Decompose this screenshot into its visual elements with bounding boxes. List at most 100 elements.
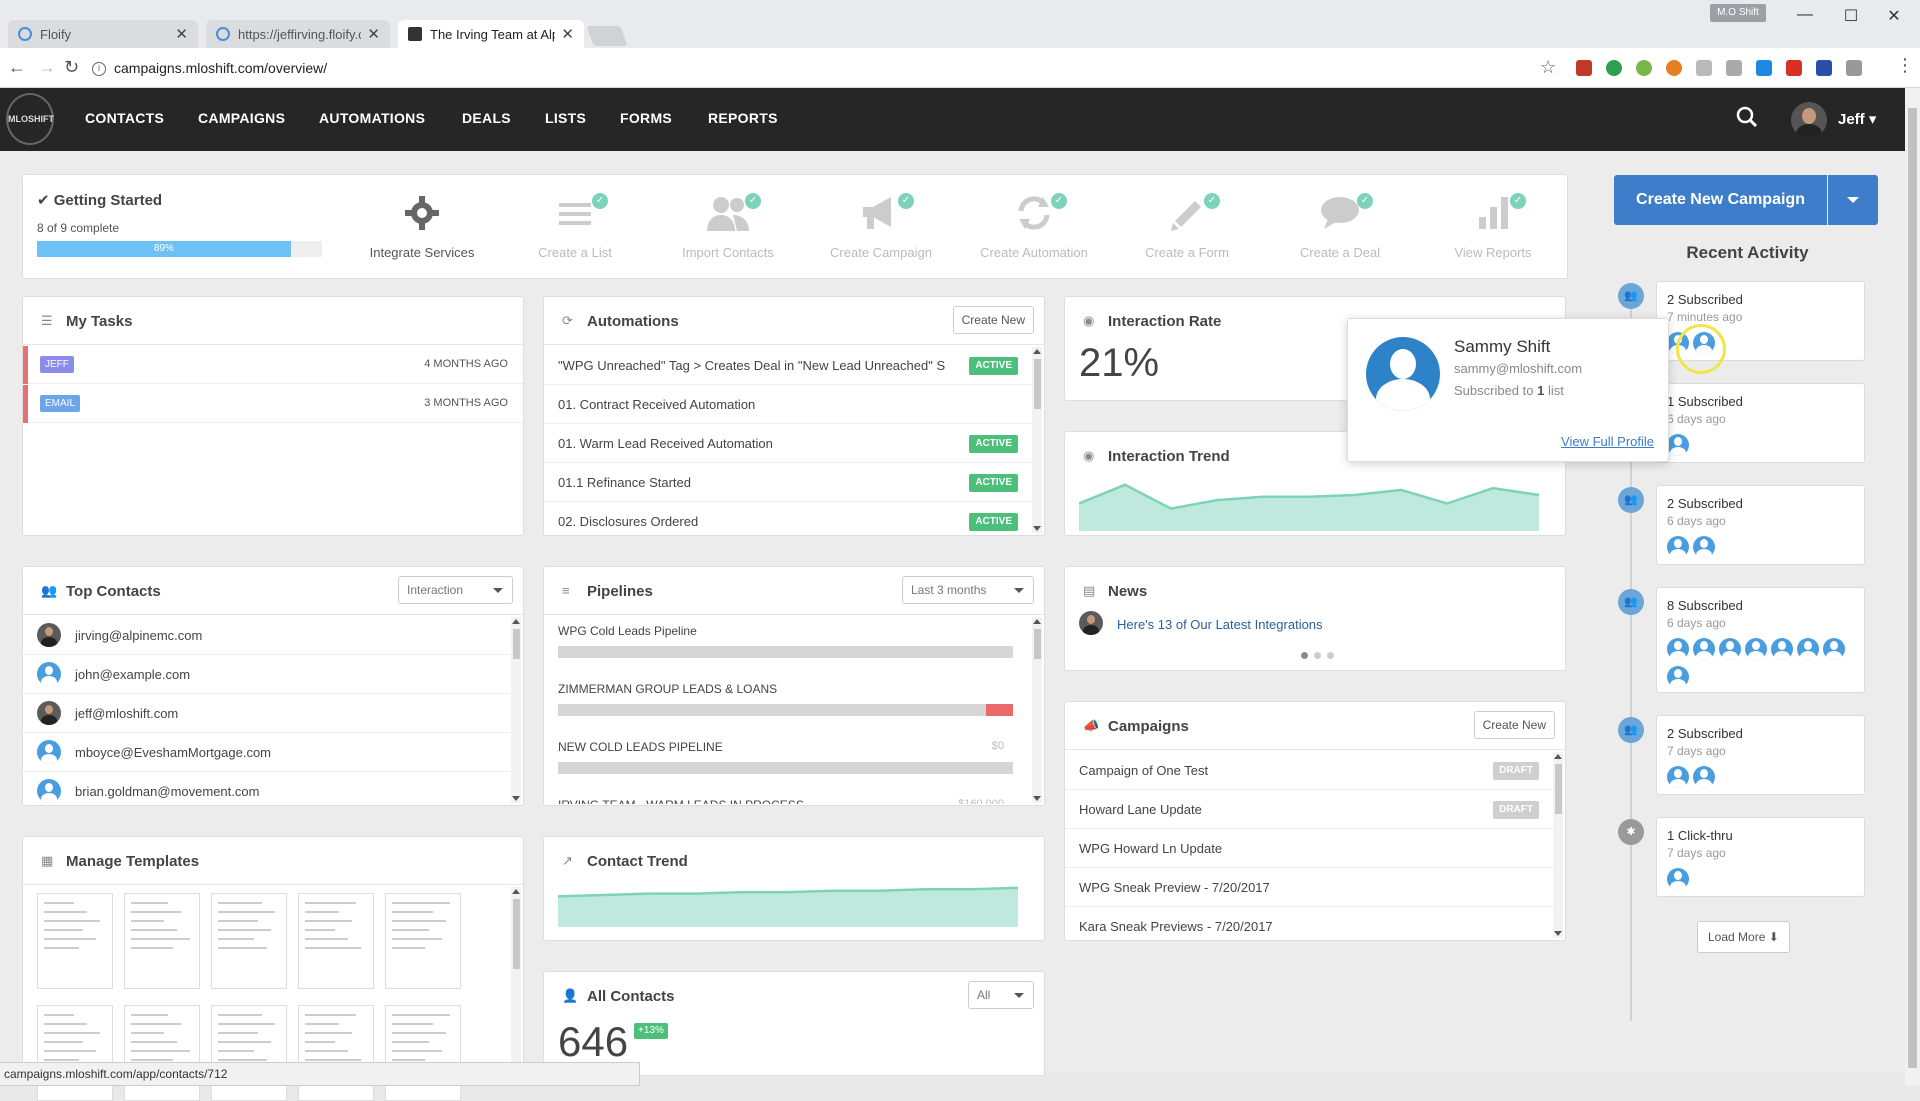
extension-icon[interactable] [1756,60,1772,76]
reload-icon[interactable]: ↻ [64,57,79,78]
nav-automations[interactable]: AUTOMATIONS [319,110,425,126]
subscriber-avatar[interactable] [1667,536,1689,558]
subscriber-avatar[interactable] [1667,434,1689,456]
create-new-campaign-button[interactable]: Create New [1473,711,1555,739]
forward-arrow-icon[interactable]: → [38,57,56,78]
browser-tab-floify[interactable]: Floify ✕ [8,20,198,48]
automation-row[interactable]: "WPG Unreached" Tag > Creates Deal in "N… [544,346,1032,385]
extension-icon[interactable] [1576,60,1592,76]
create-campaign-dropdown-toggle[interactable] [1828,175,1878,225]
nav-campaigns[interactable]: CAMPAIGNS [198,110,285,126]
campaign-row[interactable]: Campaign of One Test DRAFT [1065,751,1553,790]
subscriber-avatar[interactable] [1745,638,1767,660]
news-headline-link[interactable]: Here's 13 of Our Latest Integrations [1117,617,1323,632]
automation-row[interactable]: 02. Disclosures Ordered ACTIVE [544,502,1032,541]
pipeline-name[interactable]: IRVING TEAM - WARM LEADS IN PROCESS [558,798,804,804]
carousel-dot[interactable] [1301,652,1308,659]
contacts-scrollbar[interactable] [511,617,521,803]
templates-scrollbar[interactable] [511,887,521,1073]
extension-icon[interactable] [1696,60,1712,76]
campaign-row[interactable]: Kara Sneak Previews - 7/20/2017 [1065,907,1553,946]
campaign-row[interactable]: WPG Howard Ln Update [1065,829,1553,868]
template-thumbnail[interactable] [298,1005,374,1101]
create-new-campaign-primary-button[interactable]: Create New Campaign [1614,175,1827,225]
load-more-button[interactable]: Load More ⬇ [1697,921,1790,953]
pipeline-name[interactable]: ZIMMERMAN GROUP LEADS & LOANS [558,682,777,696]
contact-row[interactable]: brian.goldman@movement.com [23,772,513,811]
campaign-row[interactable]: WPG Sneak Preview - 7/20/2017 [1065,868,1553,907]
user-avatar[interactable] [1791,102,1827,138]
back-arrow-icon[interactable]: ← [8,57,26,78]
maximize-icon[interactable]: ☐ [1841,6,1861,26]
subscriber-avatar[interactable] [1797,638,1819,660]
template-thumbnail[interactable] [37,893,113,989]
browser-tab-jeffirving[interactable]: https://jeffirving.floify.co ✕ [206,20,390,48]
mloshift-logo[interactable]: MLOSHIFT [6,93,54,145]
pipelines-scrollbar[interactable] [1032,617,1042,803]
carousel-dot[interactable] [1327,652,1334,659]
extension-icon[interactable] [1846,60,1862,76]
subscriber-avatar[interactable] [1667,638,1689,660]
carousel-dot[interactable] [1314,652,1321,659]
contact-row[interactable]: jirving@alpinemc.com [23,616,513,655]
new-tab-button[interactable] [586,26,628,46]
pipeline-name[interactable]: WPG Cold Leads Pipeline [558,624,697,638]
extension-icon[interactable] [1606,60,1622,76]
close-icon[interactable]: ✕ [367,25,380,43]
step-create-deal[interactable]: ✓ Create a Deal [1265,193,1415,260]
url-input[interactable]: i campaigns.mloshift.com/overview/ [92,54,1562,82]
all-contacts-filter-dropdown[interactable]: All [968,981,1034,1009]
close-icon[interactable]: ✕ [561,25,574,43]
info-icon[interactable]: i [92,62,106,77]
nav-forms[interactable]: FORMS [620,110,672,126]
activity-card[interactable]: 1 Click-thru 7 days ago [1656,817,1865,897]
close-icon[interactable]: ✕ [175,25,188,43]
task-row[interactable]: EMAIL 3 MONTHS AGO [23,385,523,423]
subscriber-avatar[interactable] [1693,766,1715,788]
nav-deals[interactable]: DEALS [462,110,511,126]
step-create-list[interactable]: ✓ Create a List [500,193,650,260]
step-create-automation[interactable]: ✓ Create Automation [959,193,1109,260]
user-menu[interactable]: Jeff ▾ [1838,110,1876,128]
search-icon[interactable] [1736,106,1758,128]
subscriber-avatar[interactable] [1693,536,1715,558]
extension-icon[interactable] [1726,60,1742,76]
step-create-form[interactable]: ✓ Create a Form [1112,193,1262,260]
browser-tab-irving-team[interactable]: The Irving Team at Alpin ✕ [398,20,584,48]
subscriber-avatar[interactable] [1667,666,1689,688]
extension-icon[interactable] [1816,60,1832,76]
template-thumbnail[interactable] [211,893,287,989]
step-view-reports[interactable]: ✓ View Reports [1418,193,1568,260]
extension-icon[interactable] [1666,60,1682,76]
subscriber-avatar[interactable] [1693,638,1715,660]
campaign-row[interactable]: Howard Lane Update DRAFT [1065,790,1553,829]
template-thumbnail[interactable] [385,1005,461,1101]
template-thumbnail[interactable] [298,893,374,989]
pipelines-period-dropdown[interactable]: Last 3 months [902,576,1034,604]
activity-card[interactable]: 2 Subscribed 6 days ago [1656,485,1865,565]
contact-row[interactable]: jeff@mloshift.com [23,694,513,733]
extension-icon[interactable] [1636,60,1652,76]
step-create-campaign[interactable]: ✓ Create Campaign [806,193,956,260]
template-thumbnail[interactable] [124,1005,200,1101]
subscriber-avatar[interactable] [1771,638,1793,660]
page-scrollbar[interactable] [1905,88,1920,1086]
activity-card[interactable]: 8 Subscribed 6 days ago [1656,587,1865,693]
activity-card[interactable]: 2 Subscribed 7 days ago [1656,715,1865,795]
step-import-contacts[interactable]: ✓ Import Contacts [653,193,803,260]
template-thumbnail[interactable] [211,1005,287,1101]
template-thumbnail[interactable] [124,893,200,989]
close-window-icon[interactable]: ✕ [1884,6,1904,26]
subscriber-avatar[interactable] [1667,868,1689,890]
subscriber-avatar[interactable] [1823,638,1845,660]
browser-profile-chip[interactable]: M.O Shift [1710,4,1766,22]
minimize-icon[interactable]: — [1795,6,1815,24]
contact-row[interactable]: mboyce@EveshamMortgage.com [23,733,513,772]
top-contacts-filter-dropdown[interactable]: Interaction [398,576,513,604]
automation-row[interactable]: 01. Warm Lead Received Automation ACTIVE [544,424,1032,463]
nav-reports[interactable]: REPORTS [708,110,778,126]
subscriber-avatar[interactable] [1719,638,1741,660]
browser-menu-icon[interactable]: ⋮ [1896,55,1914,76]
automation-row[interactable]: 01.1 Refinance Started ACTIVE [544,463,1032,502]
gmail-icon[interactable] [1786,60,1802,76]
